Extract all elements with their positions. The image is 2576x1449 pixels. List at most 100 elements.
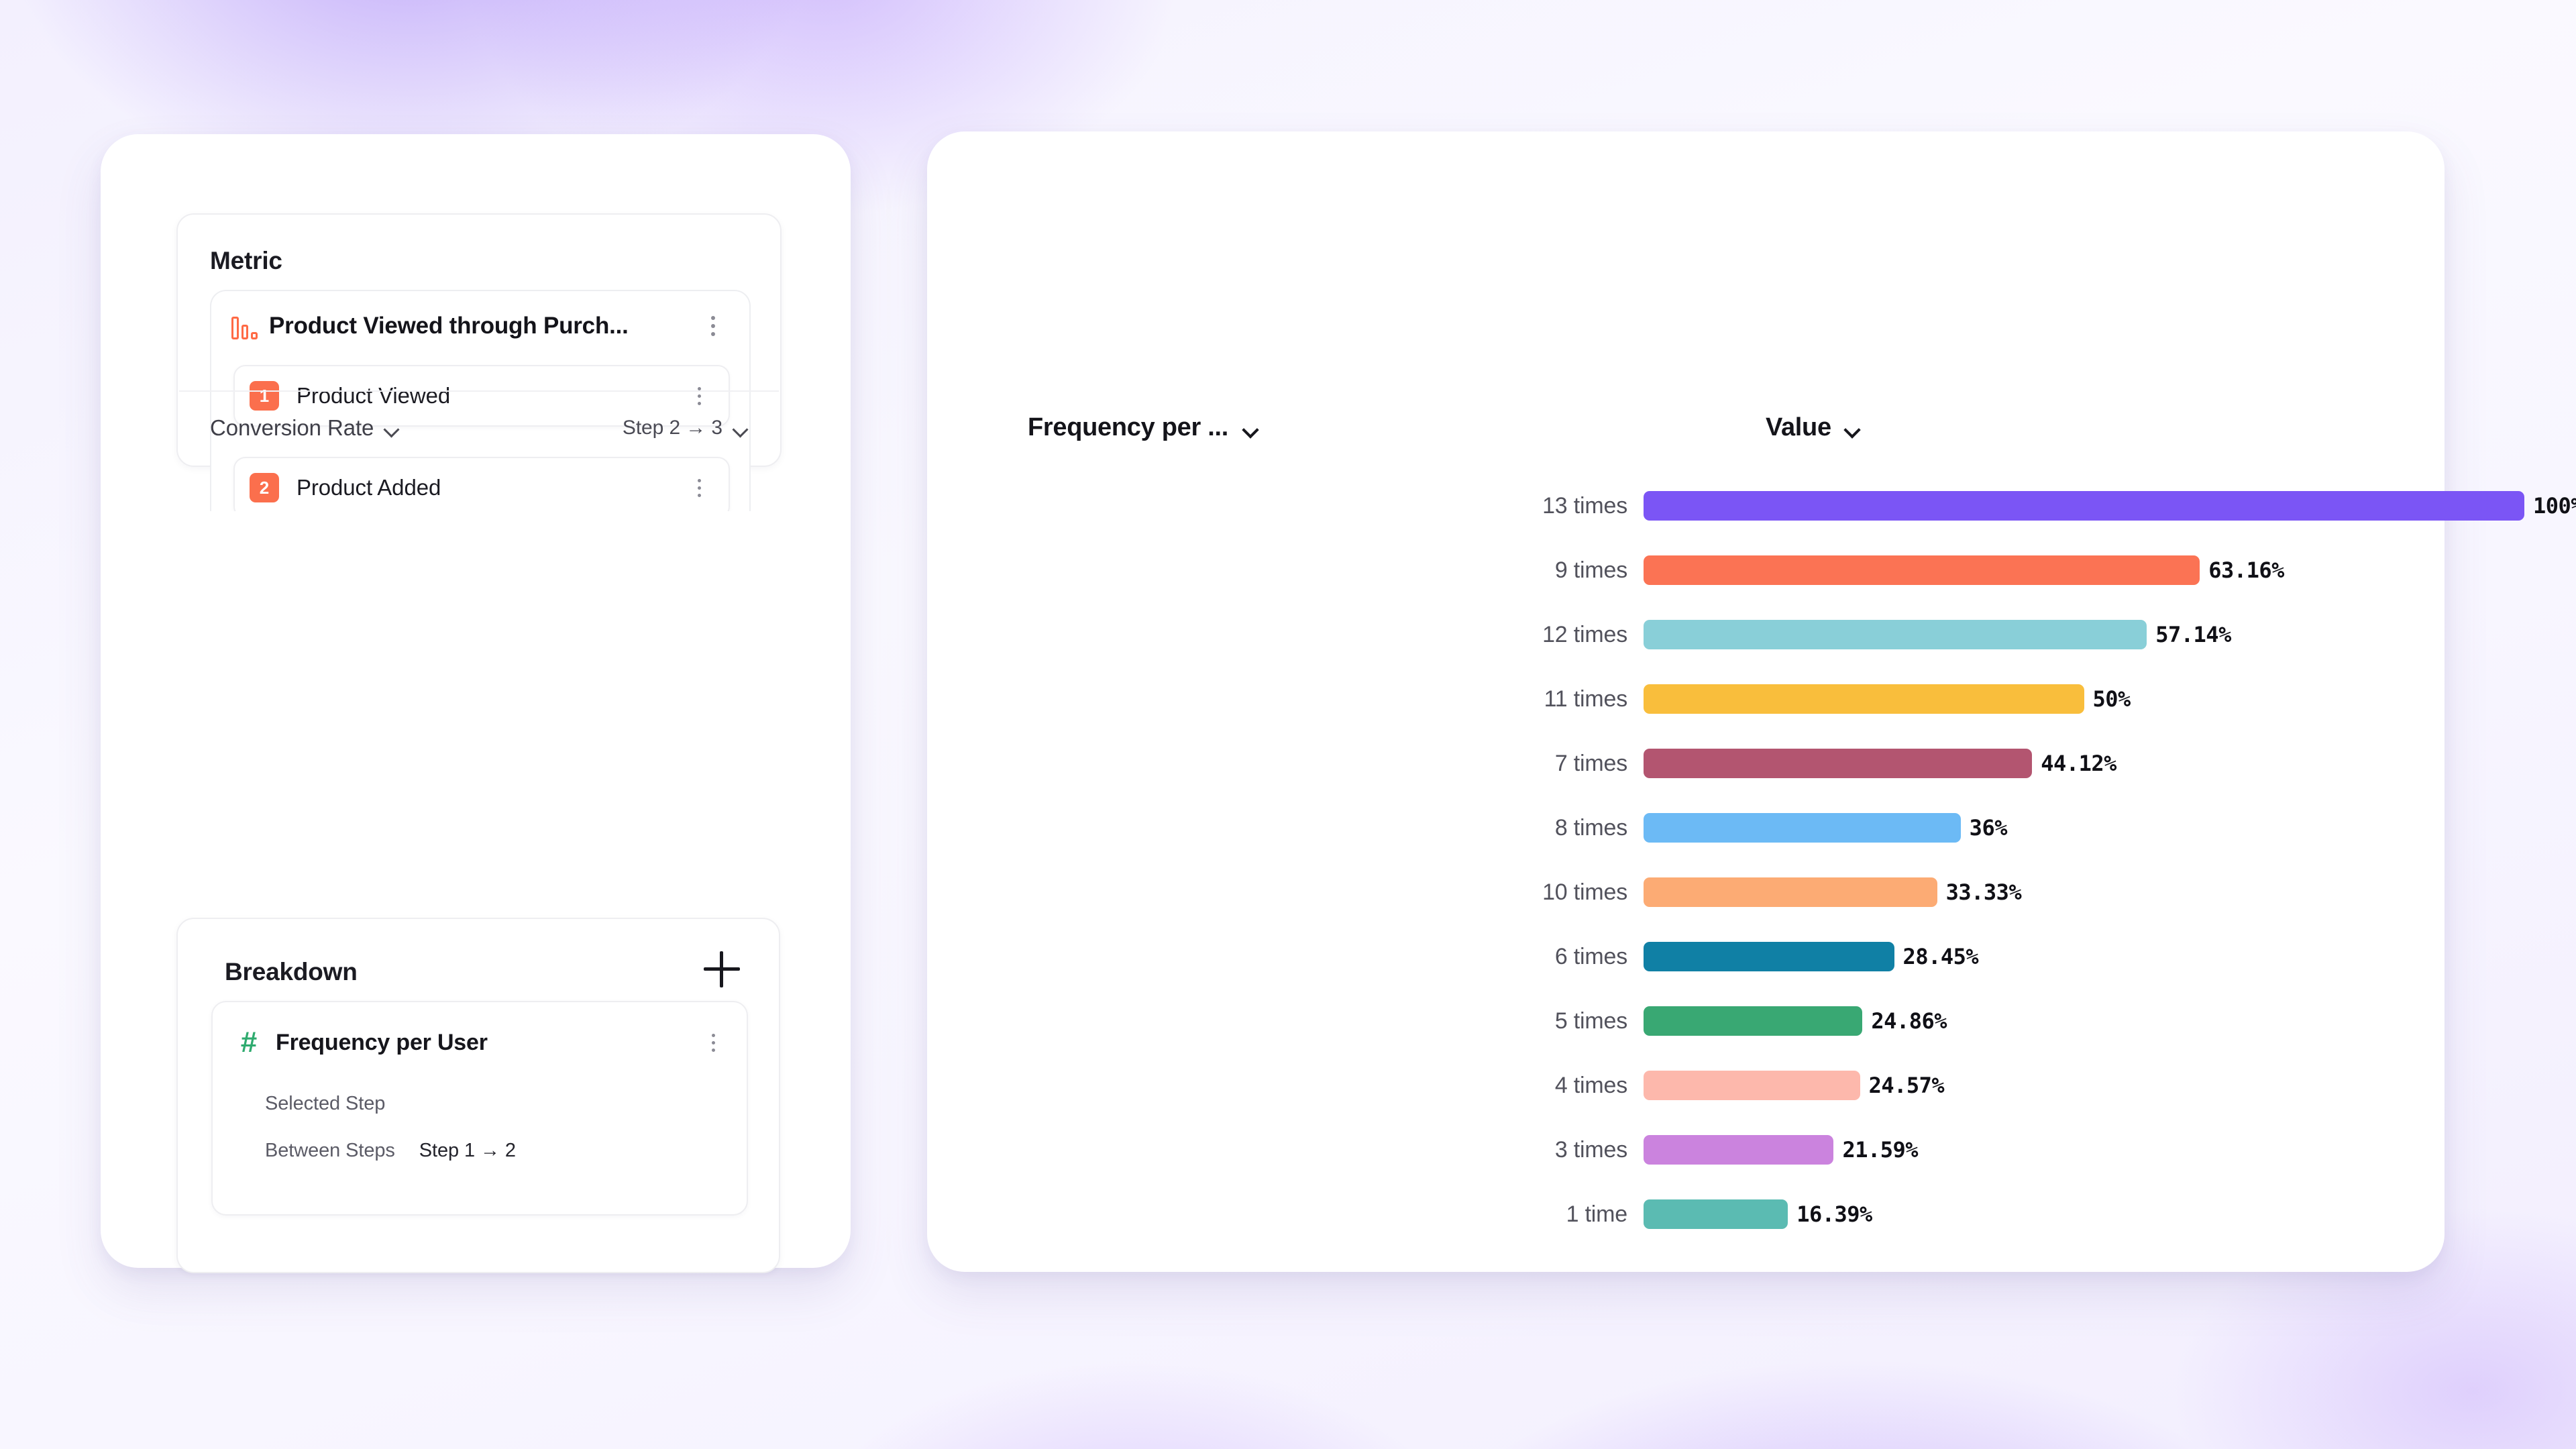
chart-bar[interactable] (1644, 813, 1961, 843)
between-steps-row[interactable]: Between Steps Step 1 → 2 (213, 1124, 747, 1177)
chart-bar-wrapper: 100% (1644, 491, 2576, 521)
chevron-down-icon (384, 424, 399, 432)
chart-row[interactable]: 11 times 50% (927, 667, 2445, 731)
chart-row[interactable]: 13 times 100% (927, 474, 2576, 538)
value-column-label: Value (1766, 413, 1831, 441)
chevron-down-icon (1845, 424, 1860, 432)
selected-step-row[interactable]: Selected Step (213, 1083, 747, 1124)
breakdown-item-header[interactable]: # Frequency per User (213, 1002, 747, 1083)
breakdown-item: # Frequency per User Selected Step Betwe… (211, 1001, 748, 1216)
selected-step-label: Selected Step (265, 1092, 386, 1114)
value-column-dropdown[interactable]: Value (1766, 413, 1860, 442)
chart-bar-wrapper: 33.33% (1644, 877, 2445, 907)
chart-bar-value-label: 44.12% (2041, 751, 2116, 776)
chart-bar[interactable] (1644, 1135, 1834, 1165)
chart-bar-wrapper: 44.12% (1644, 749, 2445, 778)
hash-icon: # (240, 1026, 258, 1059)
chart-row-category-label: 12 times (1542, 621, 1627, 647)
chart-row-category-label: 5 times (1554, 1008, 1627, 1034)
breakdown-kebab-menu-icon[interactable] (700, 1028, 727, 1057)
chart-row-category-label: 1 time (1566, 1201, 1628, 1227)
chart-bar-value-label: 57.14% (2155, 622, 2231, 647)
analytics-app: Metric Product Viewed through Purch... 1… (0, 0, 2576, 1449)
chart-row-category-label: 7 times (1554, 750, 1627, 776)
chart-row[interactable]: 7 times 44.12% (927, 731, 2445, 796)
between-steps-label: Between Steps (265, 1139, 395, 1161)
chart-bar-value-label: 50% (2092, 686, 2131, 712)
chart-bar-value-label: 63.16% (2208, 557, 2284, 583)
funnel-step-row[interactable]: 2 Product Added (233, 457, 730, 511)
chart-bar[interactable] (1644, 1199, 1788, 1229)
chart-bar-wrapper: 16.39% (1644, 1199, 2445, 1229)
chart-bar[interactable] (1644, 555, 2200, 585)
chart-row-category-label: 13 times (1542, 492, 1627, 519)
chart-bar-value-label: 24.86% (1871, 1008, 1947, 1034)
chart-row[interactable]: 12 times 57.14% (927, 602, 2445, 667)
chart-row-category-label: 9 times (1554, 557, 1627, 583)
step-range-label: Step 2 → 3 (622, 417, 722, 439)
chart-row[interactable]: 8 times 36% (927, 796, 2445, 860)
chart-bar-wrapper: 21.59% (1644, 1135, 2445, 1165)
chart-bar[interactable] (1644, 1006, 1863, 1036)
chart-bar[interactable] (1644, 749, 2033, 778)
chart-bar[interactable] (1644, 942, 1894, 971)
chart-bar-value-label: 28.45% (1902, 944, 1979, 969)
chart-row-category-label: 4 times (1554, 1072, 1627, 1098)
step-range-dropdown[interactable]: Step 2 → 3 (623, 417, 748, 439)
chart-row-category-label: 3 times (1554, 1136, 1627, 1163)
chart-bar-wrapper: 24.86% (1644, 1006, 2445, 1036)
step-kebab-menu-icon[interactable] (686, 473, 712, 502)
metric-card-footer: Conversion Rate Step 2 → 3 (179, 390, 779, 464)
breakdown-card-title: Breakdown (225, 958, 358, 985)
category-column-dropdown[interactable]: Frequency per ... (1028, 413, 1258, 442)
chart-bar-wrapper: 57.14% (1644, 620, 2445, 649)
step-label: Product Added (297, 475, 441, 500)
plus-icon[interactable] (704, 951, 740, 987)
chart-bar-value-label: 33.33% (1945, 879, 2022, 905)
chart-row-category-label: 10 times (1542, 879, 1627, 905)
chart-bar[interactable] (1644, 491, 2524, 521)
breakdown-item-name: Frequency per User (276, 1029, 488, 1055)
chart-row-category-label: 8 times (1554, 814, 1627, 841)
chart-bar-wrapper: 24.57% (1644, 1071, 2445, 1100)
chart-bar-value-label: 100% (2533, 493, 2576, 519)
chevron-down-icon (1243, 424, 1258, 432)
chart-row-category-label: 6 times (1554, 943, 1627, 969)
breakdown-card: Breakdown # Frequency per User Selected … (176, 918, 780, 1273)
chart-bar[interactable] (1644, 684, 2084, 714)
conversion-rate-dropdown[interactable]: Conversion Rate (210, 415, 399, 441)
chart-row[interactable]: 9 times 63.16% (927, 538, 2445, 602)
bar-chart-icon (231, 313, 262, 339)
chart-bar[interactable] (1644, 620, 2147, 649)
metric-card: Metric Product Viewed through Purch... 1… (176, 213, 782, 511)
chart-row-category-label: 11 times (1544, 686, 1628, 712)
conversion-rate-label: Conversion Rate (210, 415, 374, 440)
chart-bar-value-label: 24.57% (1868, 1073, 1945, 1098)
chart-bar[interactable] (1644, 877, 1937, 907)
bar-chart: 13 times100%9 times63.16%12 times57.14%1… (927, 474, 2576, 1246)
chart-row[interactable]: 6 times 28.45% (927, 924, 2445, 989)
chart-bar-value-label: 16.39% (1796, 1201, 1872, 1227)
between-steps-value: Step 1 → 2 (419, 1139, 516, 1161)
chart-row[interactable]: 1 time 16.39% (927, 1182, 2445, 1246)
chart-bar-wrapper: 50% (1644, 684, 2445, 714)
chart-bar-wrapper: 63.16% (1644, 555, 2445, 585)
chart-panel: Frequency per ... Value 13 times 100% 9 ti… (927, 131, 2576, 1272)
chart-bar-wrapper: 36% (1644, 813, 2445, 843)
funnel-name: Product Viewed through Purch... (269, 313, 629, 339)
category-column-label: Frequency per ... (1028, 413, 1228, 441)
chart-bar-value-label: 21.59% (1842, 1137, 1919, 1163)
chart-row[interactable]: 10 times 33.33% (927, 860, 2445, 924)
chart-bar[interactable] (1644, 1071, 1860, 1100)
chart-row[interactable]: 4 times 24.57% (927, 1053, 2445, 1118)
config-panel: Metric Product Viewed through Purch... 1… (101, 134, 851, 1273)
chart-bar-wrapper: 28.45% (1644, 942, 2445, 971)
funnel-header-row[interactable]: Product Viewed through Purch... (211, 291, 749, 361)
chart-row[interactable]: 5 times 24.86% (927, 989, 2445, 1053)
chevron-down-icon (733, 424, 748, 432)
chart-bar-value-label: 36% (1969, 815, 2008, 841)
chart-row[interactable]: 3 times 21.59% (927, 1118, 2445, 1182)
step-number-badge: 2 (250, 473, 279, 502)
funnel-kebab-menu-icon[interactable] (700, 311, 727, 341)
chart-header: Frequency per ... Value (1028, 413, 2343, 460)
